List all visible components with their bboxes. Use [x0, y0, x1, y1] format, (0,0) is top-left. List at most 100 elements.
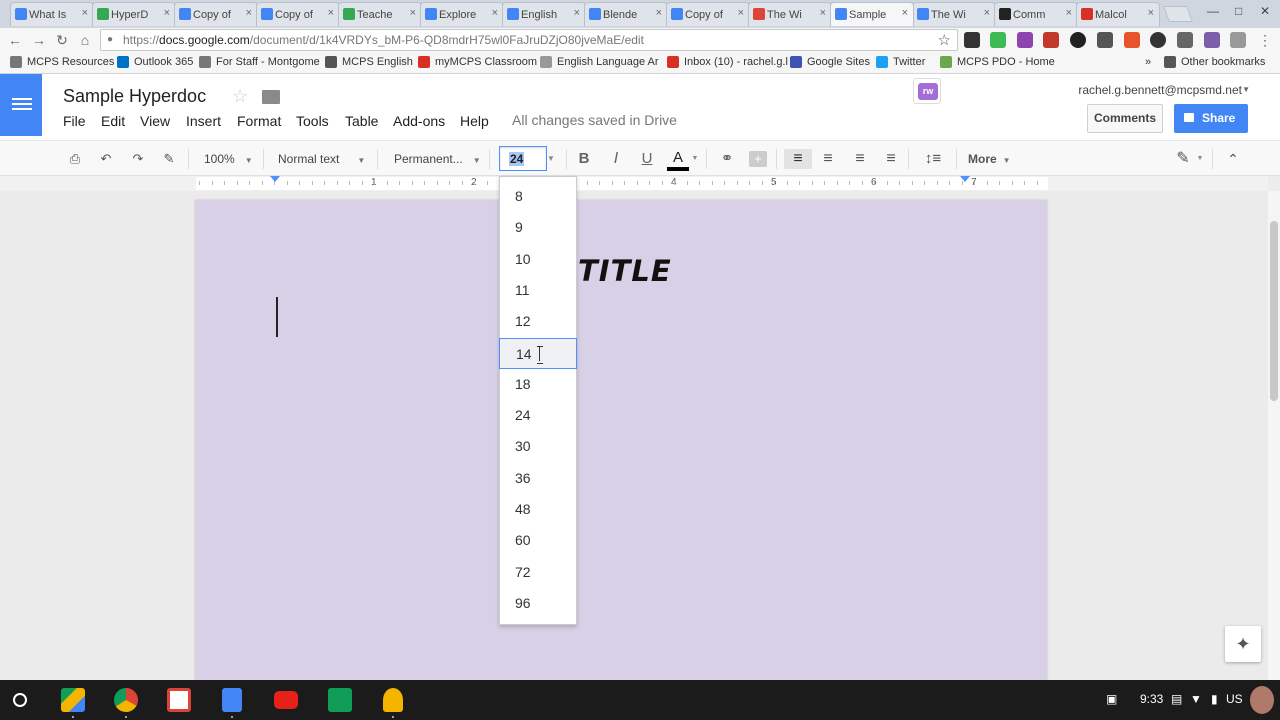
save-status[interactable]: All changes saved in Drive — [512, 112, 677, 128]
new-tab-button[interactable] — [1163, 6, 1193, 22]
bookmark-item[interactable]: MCPS Resources — [10, 56, 114, 68]
close-tab-icon[interactable]: × — [984, 7, 990, 19]
bookmark-item[interactable]: English Language Ar — [540, 56, 659, 68]
extension-icon[interactable] — [1043, 32, 1059, 48]
battery-icon[interactable]: ▮ — [1211, 692, 1218, 706]
font-size-option[interactable]: 30 — [500, 431, 576, 462]
bookmark-item[interactable]: For Staff - Montgome — [199, 56, 320, 68]
google-drive-icon[interactable] — [61, 688, 85, 712]
minimize-icon[interactable]: — — [1207, 4, 1219, 18]
justify-icon[interactable]: ≡ — [881, 149, 901, 169]
font-size-option[interactable]: 60 — [500, 525, 576, 556]
zoom-select[interactable]: 100% ▼ — [204, 149, 253, 169]
font-size-option[interactable]: 24 — [500, 400, 576, 431]
locale-indicator[interactable]: US — [1226, 692, 1243, 706]
comments-button[interactable]: Comments — [1087, 104, 1163, 133]
menu-insert[interactable]: Insert — [186, 113, 221, 129]
browser-tab[interactable]: Copy of × — [174, 2, 258, 26]
close-tab-icon[interactable]: × — [164, 7, 170, 19]
menu-addons[interactable]: Add-ons — [393, 113, 445, 129]
browser-tab[interactable]: Teache × — [338, 2, 422, 26]
notification-icon[interactable]: ▤ — [1171, 692, 1182, 706]
font-select[interactable]: Permanent... ▼ — [394, 149, 481, 169]
font-size-option[interactable]: 48 — [500, 494, 576, 525]
browser-tab[interactable]: HyperD × — [92, 2, 176, 26]
font-size-option[interactable]: 10 — [500, 244, 576, 275]
bookmark-item[interactable]: MCPS English — [325, 56, 413, 68]
menu-file[interactable]: File — [63, 113, 86, 129]
document-title[interactable]: Sample Hyperdoc — [63, 86, 206, 107]
close-window-icon[interactable]: ✕ — [1260, 4, 1270, 18]
wifi-icon[interactable]: ▼ — [1190, 692, 1202, 706]
screenshot-icon[interactable]: ▣ — [1106, 692, 1117, 706]
menu-edit[interactable]: Edit — [101, 113, 125, 129]
close-tab-icon[interactable]: × — [902, 7, 908, 19]
bookmark-star-icon[interactable]: ☆ — [938, 31, 951, 49]
menu-format[interactable]: Format — [237, 113, 281, 129]
insert-comment-icon[interactable]: + — [749, 151, 767, 167]
font-size-option[interactable]: 72 — [500, 557, 576, 588]
avatar[interactable] — [1250, 686, 1274, 714]
browser-tab[interactable]: Copy of × — [256, 2, 340, 26]
google-keep-icon[interactable] — [383, 688, 403, 712]
align-right-icon[interactable]: ≡ — [850, 149, 870, 169]
address-bar[interactable]: ● https://docs.google.com/document/d/1k4… — [100, 29, 958, 51]
align-center-icon[interactable]: ≡ — [818, 149, 838, 169]
more-button[interactable]: More ▼ — [968, 149, 1011, 169]
bookmark-item[interactable]: MCPS PDO - Home — [940, 56, 1055, 68]
bookmarks-overflow-icon[interactable]: » — [1145, 56, 1151, 68]
line-spacing-icon[interactable]: ↕≡ — [918, 149, 948, 169]
close-tab-icon[interactable]: × — [820, 7, 826, 19]
undo-icon[interactable]: ↶ — [97, 149, 115, 169]
gmail-icon[interactable] — [167, 688, 191, 712]
close-tab-icon[interactable]: × — [492, 7, 498, 19]
close-tab-icon[interactable]: × — [574, 7, 580, 19]
text-color-dropdown-icon[interactable]: ▼ — [691, 149, 699, 169]
bookmark-item[interactable]: Twitter — [876, 56, 925, 68]
extension-icon[interactable] — [1177, 32, 1193, 48]
editing-mode-dropdown-icon[interactable]: ▼ — [1195, 149, 1205, 169]
font-size-option[interactable]: 8 — [500, 181, 576, 212]
font-size-option[interactable]: 96 — [500, 588, 576, 619]
clock[interactable]: 9:33 — [1140, 692, 1163, 706]
chrome-icon[interactable] — [114, 688, 138, 712]
browser-tab[interactable]: Copy of × — [666, 2, 750, 26]
extension-icon[interactable] — [1070, 32, 1086, 48]
menu-table[interactable]: Table — [345, 113, 378, 129]
collapse-toolbar-icon[interactable]: ⌃ — [1223, 149, 1243, 169]
align-left-icon[interactable]: ≡ — [784, 149, 812, 169]
text-color-button[interactable]: A — [667, 149, 689, 171]
extension-icon[interactable] — [1017, 32, 1033, 48]
menu-view[interactable]: View — [140, 113, 170, 129]
bookmark-item[interactable]: myMCPS Classroom — [418, 56, 537, 68]
menu-tools[interactable]: Tools — [296, 113, 329, 129]
underline-button[interactable]: U — [639, 149, 655, 169]
font-size-option[interactable]: 9 — [500, 212, 576, 243]
document-heading[interactable]: TITLE — [578, 254, 672, 288]
print-icon[interactable]: ⎙ — [66, 149, 84, 169]
close-tab-icon[interactable]: × — [410, 7, 416, 19]
star-icon[interactable]: ☆ — [232, 86, 248, 107]
vertical-scrollbar[interactable] — [1268, 191, 1280, 680]
browser-menu-icon[interactable]: ⋮ — [1256, 31, 1274, 49]
page-info-icon[interactable]: ● — [107, 34, 117, 46]
bold-button[interactable]: B — [576, 149, 592, 169]
font-size-option[interactable]: 12 — [500, 306, 576, 337]
extension-icon[interactable] — [1204, 32, 1220, 48]
home-icon[interactable]: ⌂ — [76, 31, 94, 49]
font-size-option[interactable]: 11 — [500, 275, 576, 306]
extension-icon[interactable] — [1230, 32, 1246, 48]
browser-tab[interactable]: Malcol × — [1076, 2, 1160, 26]
youtube-icon[interactable] — [274, 691, 298, 709]
close-tab-icon[interactable]: × — [1066, 7, 1072, 19]
docs-home-icon[interactable] — [0, 74, 42, 136]
font-size-input[interactable]: 24 — [499, 146, 547, 171]
paint-format-icon[interactable]: ✎ — [160, 149, 178, 169]
font-size-option[interactable]: 18 — [500, 369, 576, 400]
left-indent-marker[interactable] — [270, 176, 280, 182]
share-button[interactable]: Share — [1174, 104, 1248, 133]
explore-icon[interactable]: ✦ — [1225, 626, 1261, 662]
close-tab-icon[interactable]: × — [656, 7, 662, 19]
browser-tab[interactable]: Sample × — [830, 2, 914, 26]
browser-tab[interactable]: English × — [502, 2, 586, 26]
